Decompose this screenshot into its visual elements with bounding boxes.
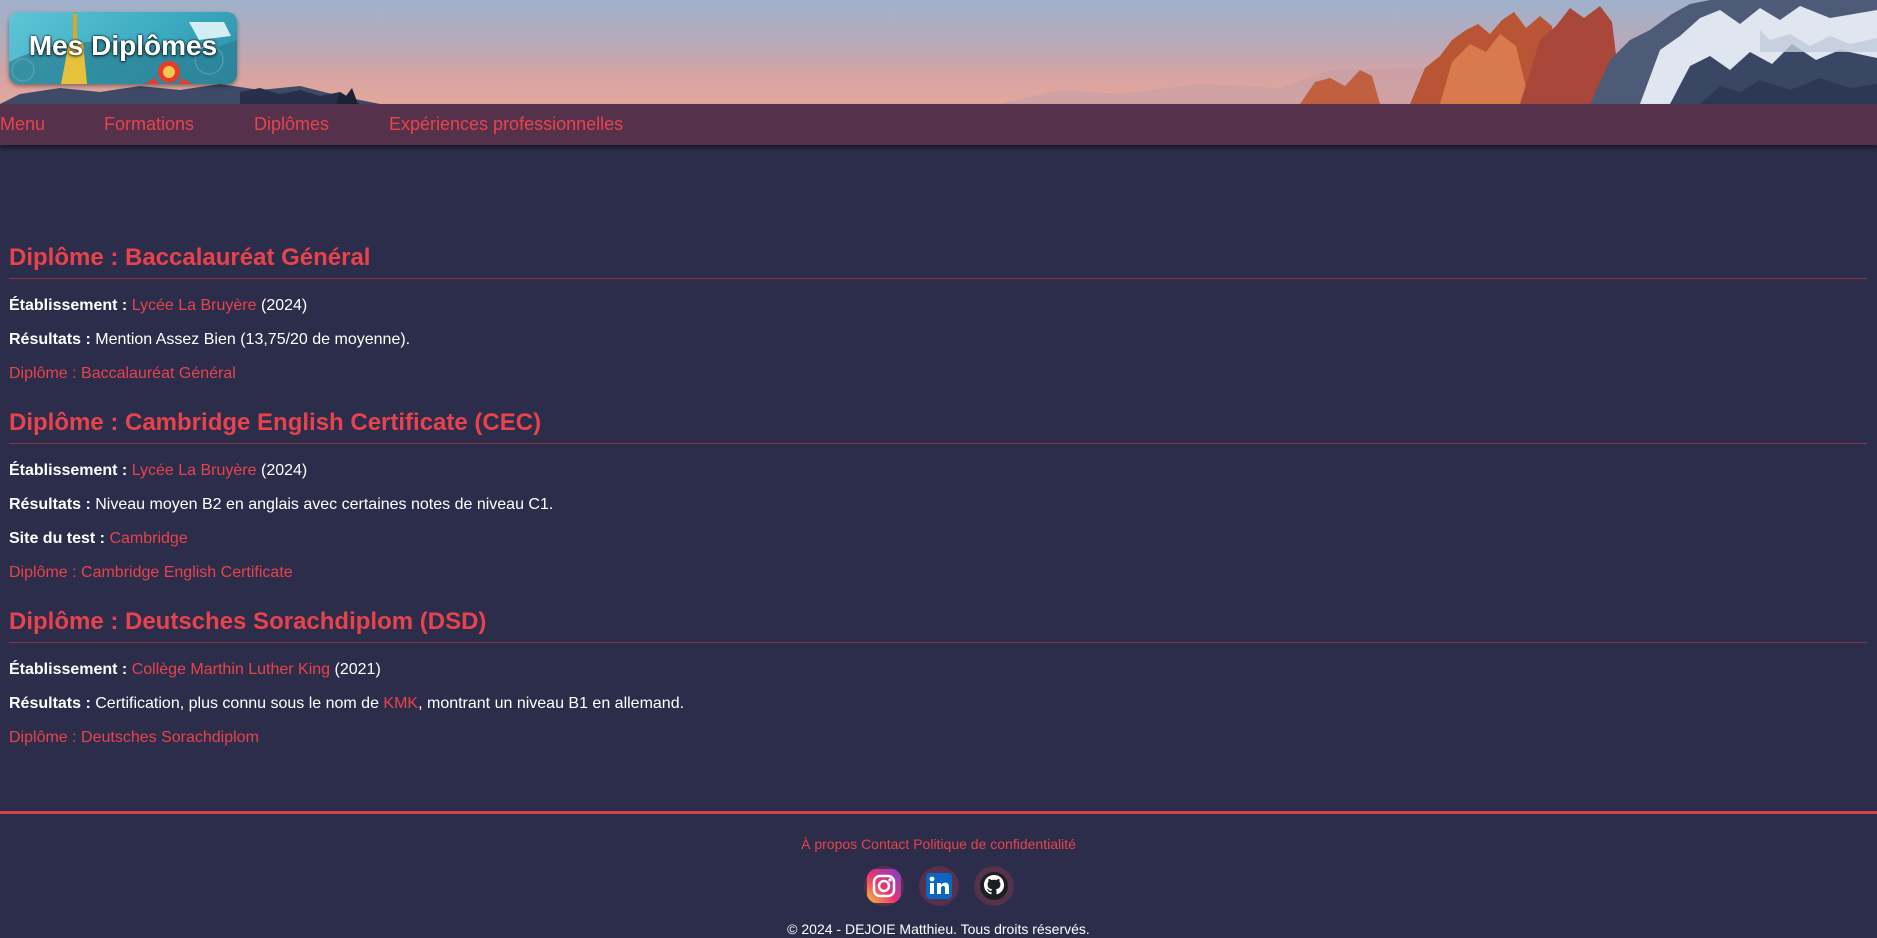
school-line: Établissement : Lycée La Bruyère (2024) <box>9 297 1867 315</box>
nav-item-experiences[interactable]: Expériences professionnelles <box>389 114 623 135</box>
diploma-link[interactable]: Diplôme : Cambridge English Certificate <box>9 564 293 581</box>
diploma-section: Diplôme : Deutsches Sorachdiplom (DSD) É… <box>9 604 1867 747</box>
results-line: Résultats : Mention Assez Bien (13,75/20… <box>9 331 1867 349</box>
results-text: Mention Assez Bien (13,75/20 de moyenne)… <box>95 331 411 348</box>
school-link[interactable]: Lycée La Bruyère <box>132 297 257 314</box>
diploma-link[interactable]: Diplôme : Baccalauréat Général <box>9 365 236 382</box>
results-label: Résultats : <box>9 695 91 712</box>
footer-links: À propos Contact Politique de confidenti… <box>0 836 1877 852</box>
results-line: Résultats : Niveau moyen B2 en anglais a… <box>9 496 1867 514</box>
divider <box>9 443 1867 444</box>
main-nav: Menu Formations Diplômes Expériences pro… <box>0 104 1877 145</box>
mountain-background <box>0 0 1877 104</box>
school-label: Établissement : <box>9 462 128 479</box>
diploma-title: Diplôme : Baccalauréat Général <box>9 244 371 271</box>
diploma-link-line: Diplôme : Deutsches Sorachdiplom <box>9 729 1867 747</box>
footer-link-privacy[interactable]: Politique de confidentialité <box>913 836 1076 852</box>
footer-link-contact[interactable]: Contact <box>861 836 909 852</box>
nav-item-menu[interactable]: Menu <box>0 114 45 135</box>
nav-item-formations[interactable]: Formations <box>104 114 194 135</box>
diploma-section: Diplôme : Cambridge English Certificate … <box>9 405 1867 582</box>
diploma-title: Diplôme : Deutsches Sorachdiplom (DSD) <box>9 608 487 635</box>
school-link[interactable]: Lycée La Bruyère <box>132 462 257 479</box>
test-site-label: Site du test : <box>9 530 106 547</box>
school-year: (2024) <box>260 462 308 479</box>
test-site-link[interactable]: Cambridge <box>109 530 187 547</box>
diploma-link-line: Diplôme : Baccalauréat Général <box>9 365 1867 383</box>
footer: À propos Contact Politique de confidenti… <box>0 811 1877 938</box>
diploma-link-line: Diplôme : Cambridge English Certificate <box>9 564 1867 582</box>
main-content: Diplôme : Baccalauréat Général Établisse… <box>9 240 1867 769</box>
school-link[interactable]: Collège Marthin Luther King <box>132 661 330 678</box>
header-banner: Mes Diplômes <box>0 0 1877 104</box>
school-label: Établissement : <box>9 297 128 314</box>
divider <box>9 642 1867 643</box>
results-text: Niveau moyen B2 en anglais avec certaine… <box>95 496 554 513</box>
results-label: Résultats : <box>9 331 91 348</box>
school-line: Établissement : Lycée La Bruyère (2024) <box>9 462 1867 480</box>
kmk-link[interactable]: KMK <box>383 695 418 712</box>
footer-link-about[interactable]: À propos <box>801 836 857 852</box>
logo-title: Mes Diplômes <box>28 30 218 61</box>
diploma-title: Diplôme : Cambridge English Certificate … <box>9 409 542 436</box>
school-year: (2021) <box>334 661 381 678</box>
linkedin-icon[interactable] <box>919 866 959 906</box>
results-text-after: , montrant un niveau B1 en allemand. <box>418 695 685 712</box>
github-icon[interactable] <box>974 866 1014 906</box>
results-line: Résultats : Certification, plus connu so… <box>9 695 1867 713</box>
instagram-icon[interactable] <box>864 866 904 906</box>
diploma-link[interactable]: Diplôme : Deutsches Sorachdiplom <box>9 729 259 746</box>
school-label: Établissement : <box>9 661 128 678</box>
divider <box>9 278 1867 279</box>
test-site-line: Site du test : Cambridge <box>9 530 1867 548</box>
results-label: Résultats : <box>9 496 91 513</box>
site-logo[interactable]: Mes Diplômes <box>9 12 237 84</box>
diploma-section: Diplôme : Baccalauréat Général Établisse… <box>9 240 1867 383</box>
nav-item-diplomes[interactable]: Diplômes <box>254 114 329 135</box>
school-line: Établissement : Collège Marthin Luther K… <box>9 661 1867 679</box>
results-text-before: Certification, plus connu sous le nom de <box>95 695 379 712</box>
school-year: (2024) <box>260 297 308 314</box>
